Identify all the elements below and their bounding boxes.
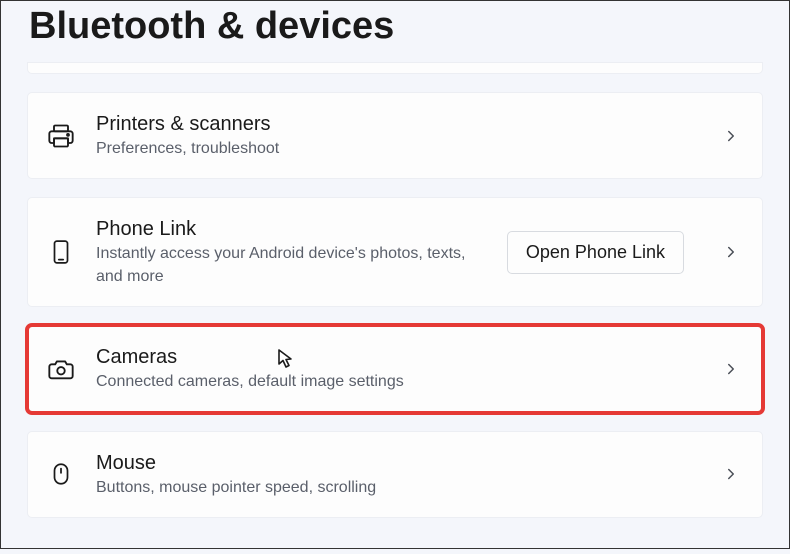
setting-row-mouse[interactable]: Mouse Buttons, mouse pointer speed, scro… bbox=[27, 431, 763, 518]
setting-row-title: Mouse bbox=[96, 450, 702, 476]
setting-row-printers[interactable]: Printers & scanners Preferences, trouble… bbox=[27, 92, 763, 179]
printer-icon bbox=[46, 121, 76, 151]
setting-row-subtitle: Instantly access your Android device's p… bbox=[96, 243, 487, 288]
setting-row-title: Phone Link bbox=[96, 216, 487, 242]
setting-row-subtitle: Connected cameras, default image setting… bbox=[96, 371, 702, 393]
open-phone-link-button[interactable]: Open Phone Link bbox=[507, 231, 684, 274]
previous-row-edge bbox=[27, 62, 763, 74]
chevron-right-icon bbox=[722, 360, 740, 378]
camera-icon bbox=[46, 354, 76, 384]
mouse-icon bbox=[46, 459, 76, 489]
setting-row-title: Printers & scanners bbox=[96, 111, 702, 137]
setting-row-subtitle: Buttons, mouse pointer speed, scrolling bbox=[96, 477, 702, 499]
setting-row-phone-link[interactable]: Phone Link Instantly access your Android… bbox=[27, 197, 763, 307]
chevron-right-icon bbox=[722, 465, 740, 483]
chevron-right-icon bbox=[722, 243, 740, 261]
page-title: Bluetooth & devices bbox=[29, 5, 763, 48]
setting-row-subtitle: Preferences, troubleshoot bbox=[96, 138, 702, 160]
setting-row-cameras[interactable]: Cameras Connected cameras, default image… bbox=[27, 325, 763, 412]
phone-icon bbox=[46, 237, 76, 267]
setting-row-title: Cameras bbox=[96, 344, 702, 370]
chevron-right-icon bbox=[722, 127, 740, 145]
